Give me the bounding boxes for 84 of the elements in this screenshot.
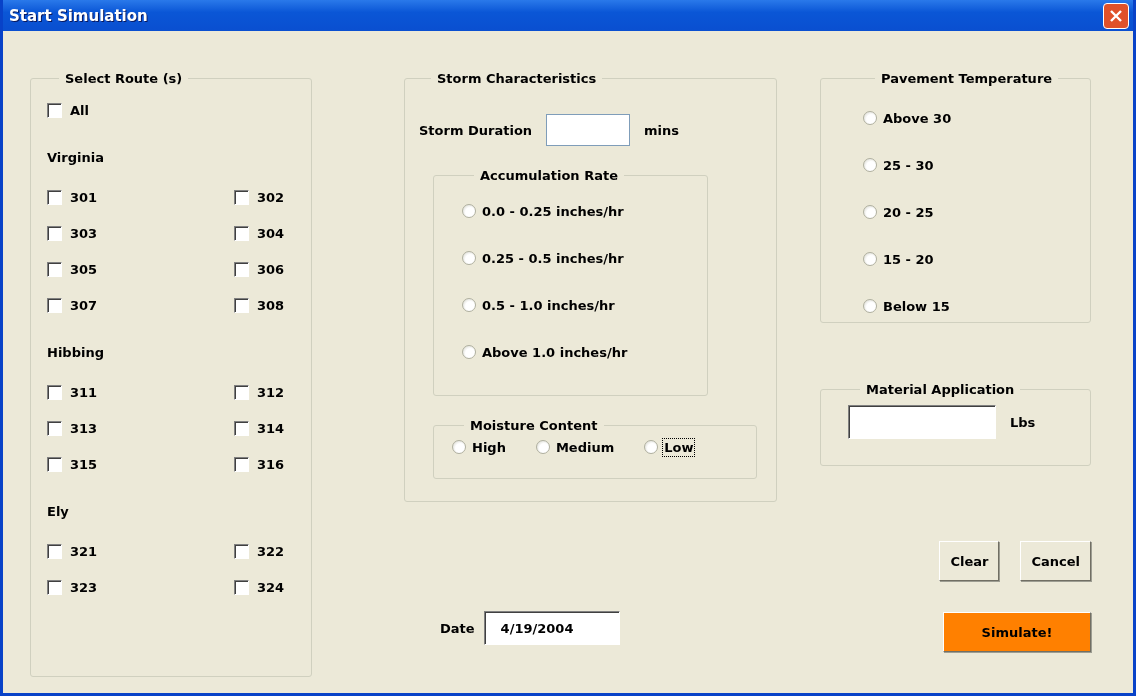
radio-label[interactable]: 15 - 20 [883, 251, 934, 267]
material-field[interactable] [848, 405, 996, 439]
radio-button[interactable] [863, 158, 877, 172]
radio-button[interactable] [462, 251, 476, 265]
checkbox[interactable] [234, 384, 249, 400]
date-field[interactable]: 4/19/2004 [483, 611, 620, 645]
region-label: Virginia [47, 150, 104, 165]
radio-button[interactable] [452, 440, 466, 454]
checkbox[interactable] [47, 297, 62, 313]
radio-button[interactable] [462, 345, 476, 359]
radio-label[interactable]: 0.25 - 0.5 inches/hr [482, 250, 624, 266]
checkbox[interactable] [234, 579, 249, 595]
checkbox-label[interactable]: 315 [70, 456, 98, 472]
radio-button[interactable] [863, 299, 877, 313]
field-label: Date [440, 620, 475, 636]
close-icon [1109, 8, 1123, 23]
checkbox-label[interactable]: 311 [70, 384, 98, 400]
checkbox-label[interactable]: 307 [70, 297, 98, 313]
radio-button[interactable] [644, 440, 659, 454]
radio-button[interactable] [863, 205, 877, 219]
checkbox-label[interactable]: 308 [257, 297, 285, 313]
checkbox[interactable] [234, 189, 249, 205]
checkbox-label[interactable]: 312 [257, 384, 285, 400]
checkbox[interactable] [47, 102, 62, 118]
checkbox[interactable] [234, 420, 249, 436]
radio-button[interactable] [535, 440, 550, 454]
radio-button[interactable] [863, 252, 877, 266]
group-title: Accumulation Rate [479, 168, 619, 183]
group-title: Moisture Content [469, 418, 599, 433]
radio-label[interactable]: Medium [555, 439, 615, 455]
duration-field[interactable] [546, 114, 631, 146]
simulate-button[interactable]: Simulate! [943, 612, 1091, 652]
radio-label[interactable]: Above 30 [883, 110, 952, 126]
unit-label: Lbs [1010, 414, 1036, 430]
field-label: Storm Duration [419, 122, 533, 138]
checkbox-label[interactable]: 323 [70, 579, 98, 595]
checkbox-label[interactable]: All [70, 102, 89, 118]
checkbox[interactable] [47, 543, 62, 559]
checkbox-label[interactable]: 302 [257, 189, 285, 205]
checkbox[interactable] [234, 297, 249, 313]
unit-label: mins [644, 122, 680, 138]
checkbox-label[interactable]: 324 [257, 579, 285, 595]
checkbox-label[interactable]: 314 [257, 420, 285, 436]
checkbox[interactable] [234, 225, 249, 241]
radio-label[interactable]: Below 15 [883, 298, 950, 314]
region-label: Ely [47, 504, 69, 519]
checkbox-label[interactable]: 322 [257, 543, 285, 559]
radio-label[interactable]: 20 - 25 [883, 204, 934, 220]
group-title: Material Application [865, 382, 1016, 397]
checkbox[interactable] [234, 456, 249, 472]
close-button[interactable] [1103, 2, 1129, 29]
radio-button[interactable] [863, 111, 877, 125]
dialog-button[interactable]: Clear [939, 541, 1000, 581]
group-title: Storm Characteristics [436, 71, 598, 86]
checkbox[interactable] [234, 261, 249, 277]
checkbox[interactable] [47, 261, 62, 277]
radio-button[interactable] [462, 204, 476, 218]
checkbox-label[interactable]: 301 [70, 189, 98, 205]
checkbox[interactable] [234, 543, 249, 559]
radio-label[interactable]: 0.0 - 0.25 inches/hr [482, 203, 624, 219]
checkbox[interactable] [47, 225, 62, 241]
checkbox[interactable] [47, 189, 62, 205]
checkbox-label[interactable]: 304 [257, 225, 285, 241]
radio-label[interactable]: High [472, 439, 506, 455]
checkbox[interactable] [47, 384, 62, 400]
radio-label[interactable]: 25 - 30 [883, 157, 934, 173]
checkbox-label[interactable]: 321 [70, 543, 98, 559]
checkbox[interactable] [47, 579, 62, 595]
checkbox-label[interactable]: 305 [70, 261, 98, 277]
checkbox-label[interactable]: 303 [70, 225, 98, 241]
checkbox-label[interactable]: 316 [257, 456, 285, 472]
region-label: Hibbing [47, 345, 104, 360]
radio-label[interactable]: Above 1.0 inches/hr [482, 344, 628, 360]
radio-button[interactable] [462, 298, 476, 312]
radio-label[interactable]: Low [664, 439, 694, 455]
group-title: Select Route (s) [64, 71, 184, 86]
window-title: Start Simulation [9, 6, 148, 25]
checkbox-label[interactable]: 313 [70, 420, 98, 436]
checkbox-label[interactable]: 306 [257, 261, 285, 277]
group-title: Pavement Temperature [880, 71, 1054, 86]
checkbox[interactable] [47, 420, 62, 436]
radio-label[interactable]: 0.5 - 1.0 inches/hr [482, 297, 615, 313]
checkbox[interactable] [47, 456, 62, 472]
dialog-button[interactable]: Cancel [1020, 541, 1091, 581]
